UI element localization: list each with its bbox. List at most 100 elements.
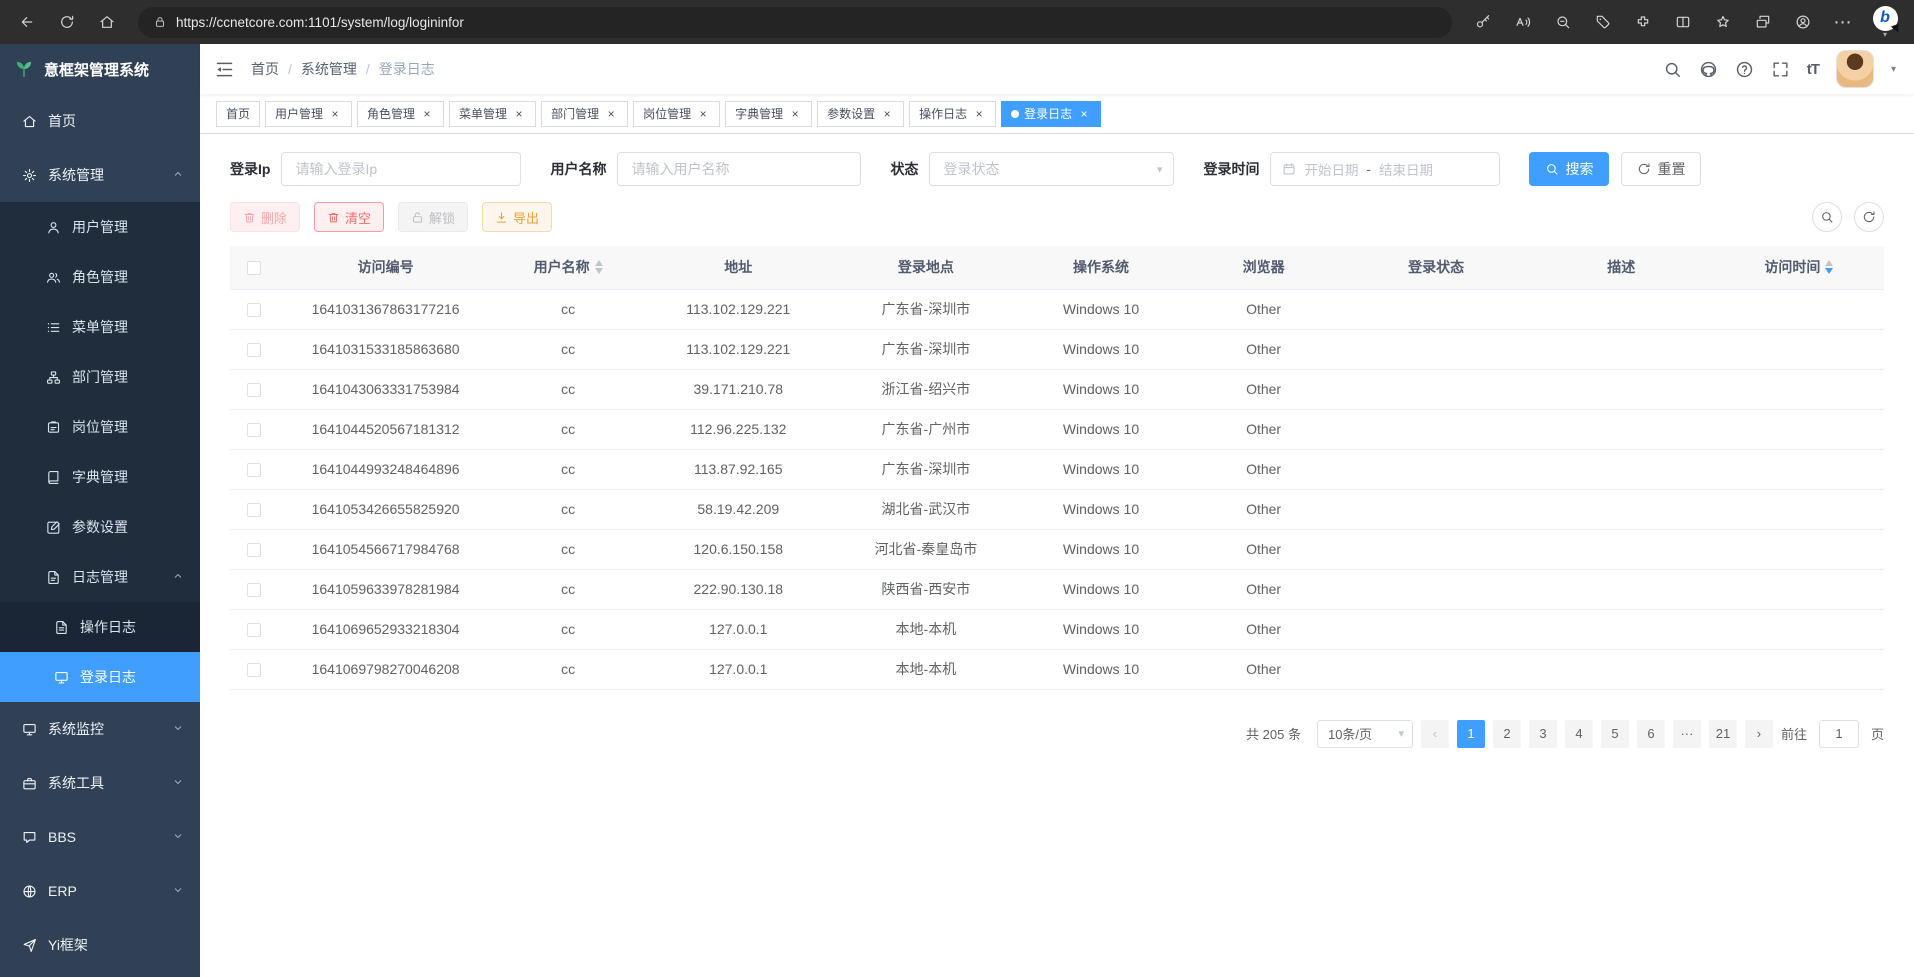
breadcrumb-home[interactable]: 首页 (251, 59, 279, 79)
sidebar-item-log-management[interactable]: 日志管理 (0, 552, 200, 602)
address-bar[interactable]: https://ccnetcore.com:1101/system/log/lo… (138, 7, 1452, 38)
close-icon[interactable]: × (788, 107, 802, 121)
sidebar-item-system-management[interactable]: 系统管理 (0, 148, 200, 202)
col-visit-time[interactable]: 访问时间 (1714, 246, 1884, 289)
page-button-6[interactable]: 6 (1637, 720, 1665, 748)
close-icon[interactable]: × (880, 107, 894, 121)
close-icon[interactable]: × (512, 107, 526, 121)
tab-operation-log[interactable]: 操作日志× (909, 101, 996, 127)
row-checkbox[interactable] (247, 583, 261, 597)
browser-home-button[interactable] (88, 4, 126, 40)
tab-user-management[interactable]: 用户管理× (265, 101, 352, 127)
reset-button[interactable]: 重置 (1621, 152, 1701, 186)
page-button-5[interactable]: 5 (1601, 720, 1629, 748)
sidebar-item-system-monitor[interactable]: 系统监控 (0, 702, 200, 756)
sidebar-item-user-management[interactable]: 用户管理 (0, 202, 200, 252)
sort-carets-icon[interactable] (595, 260, 603, 274)
browser-profile-button[interactable] (1784, 4, 1822, 40)
browser-collections-button[interactable] (1744, 4, 1782, 40)
sidebar-item-bbs[interactable]: BBS (0, 810, 200, 864)
header-help-button[interactable] (1735, 60, 1754, 79)
sidebar-item-parameter-settings[interactable]: 参数设置 (0, 502, 200, 552)
row-checkbox[interactable] (247, 343, 261, 357)
sidebar-item-login-log[interactable]: 登录日志 (0, 652, 200, 702)
tab-role-management[interactable]: 角色管理× (357, 101, 444, 127)
page-button-21[interactable]: 21 (1709, 720, 1737, 748)
tab-parameter-settings[interactable]: 参数设置× (817, 101, 904, 127)
close-icon[interactable]: × (420, 107, 434, 121)
header-fullscreen-button[interactable] (1771, 60, 1790, 79)
user-name-input[interactable] (617, 152, 861, 186)
browser-password-button[interactable] (1464, 4, 1502, 40)
refresh-table-button[interactable] (1854, 202, 1884, 232)
page-button-2[interactable]: 2 (1493, 720, 1521, 748)
tab-menu-management[interactable]: 菜单管理× (449, 101, 536, 127)
chevron-down-icon[interactable]: ▾ (1891, 64, 1896, 75)
browser-favorites-button[interactable] (1704, 4, 1742, 40)
close-icon[interactable]: × (604, 107, 618, 121)
app-logo[interactable]: 意框架管理系统 (0, 44, 200, 94)
row-checkbox[interactable] (247, 663, 261, 677)
sidebar-item-yi-framework[interactable]: Yi框架 (0, 918, 200, 972)
col-user-name[interactable]: 用户名称 (493, 246, 643, 289)
sidebar-item-erp[interactable]: ERP (0, 864, 200, 918)
next-page-button[interactable]: › (1745, 720, 1773, 748)
tab-dictionary-management[interactable]: 字典管理× (725, 101, 812, 127)
user-avatar[interactable] (1836, 50, 1874, 88)
browser-settings-button[interactable]: ⋯ (1824, 4, 1862, 40)
browser-split-screen-button[interactable] (1664, 4, 1702, 40)
row-checkbox[interactable] (247, 463, 261, 477)
row-checkbox[interactable] (247, 383, 261, 397)
header-search-button[interactable] (1663, 60, 1682, 79)
more-pages-button[interactable]: ··· (1673, 720, 1701, 748)
sidebar-item-menu-management[interactable]: 菜单管理 (0, 302, 200, 352)
browser-copilot-button[interactable]: b ▾ (1864, 6, 1906, 39)
browser-refresh-button[interactable] (48, 4, 86, 40)
page-size-select[interactable]: 10条/页 ▾ (1317, 720, 1413, 748)
browser-back-button[interactable] (8, 4, 46, 40)
tab-home[interactable]: 首页 (216, 101, 260, 127)
sidebar-item-department-management[interactable]: 部门管理 (0, 352, 200, 402)
unlock-button[interactable]: 解锁 (398, 202, 468, 232)
browser-read-aloud-button[interactable] (1504, 4, 1542, 40)
sidebar-item-dictionary-management[interactable]: 字典管理 (0, 452, 200, 502)
tab-post-management[interactable]: 岗位管理× (633, 101, 720, 127)
sidebar-item-post-management[interactable]: 岗位管理 (0, 402, 200, 452)
login-ip-input[interactable] (281, 152, 521, 186)
sidebar-item-operation-log[interactable]: 操作日志 (0, 602, 200, 652)
close-icon[interactable]: × (696, 107, 710, 121)
row-checkbox[interactable] (247, 423, 261, 437)
close-icon[interactable]: × (972, 107, 986, 121)
select-all-checkbox[interactable] (247, 261, 261, 275)
row-checkbox[interactable] (247, 303, 261, 317)
sidebar-item-system-tools[interactable]: 系统工具 (0, 756, 200, 810)
browser-shopping-button[interactable] (1584, 4, 1622, 40)
clear-button[interactable]: 清空 (314, 202, 384, 232)
browser-extensions-button[interactable] (1624, 4, 1662, 40)
delete-button[interactable]: 删除 (230, 202, 300, 232)
date-range-picker[interactable]: 开始日期 - 结束日期 (1270, 152, 1500, 186)
font-size-icon[interactable]: tT (1807, 61, 1819, 78)
toggle-search-button[interactable] (1812, 202, 1842, 232)
page-button-3[interactable]: 3 (1529, 720, 1557, 748)
sidebar-item-role-management[interactable]: 角色管理 (0, 252, 200, 302)
page-button-4[interactable]: 4 (1565, 720, 1593, 748)
browser-zoom-button[interactable] (1544, 4, 1582, 40)
sort-carets-icon[interactable] (1825, 260, 1833, 274)
close-icon[interactable]: × (1077, 107, 1091, 121)
row-checkbox[interactable] (247, 543, 261, 557)
header-github-button[interactable] (1699, 60, 1718, 79)
status-select[interactable]: 登录状态 ▾ (929, 152, 1174, 186)
sidebar-toggle-icon[interactable] (214, 59, 235, 80)
row-checkbox[interactable] (247, 503, 261, 517)
sidebar-item-home[interactable]: 首页 (0, 94, 200, 148)
row-checkbox[interactable] (247, 623, 261, 637)
page-button-1[interactable]: 1 (1457, 720, 1485, 748)
close-icon[interactable]: × (328, 107, 342, 121)
breadcrumb-system[interactable]: 系统管理 (301, 59, 357, 79)
tab-login-log[interactable]: 登录日志× (1001, 101, 1101, 127)
search-button[interactable]: 搜索 (1529, 152, 1609, 186)
goto-page-input[interactable] (1819, 720, 1859, 748)
export-button[interactable]: 导出 (482, 202, 552, 232)
prev-page-button[interactable]: ‹ (1421, 720, 1449, 748)
